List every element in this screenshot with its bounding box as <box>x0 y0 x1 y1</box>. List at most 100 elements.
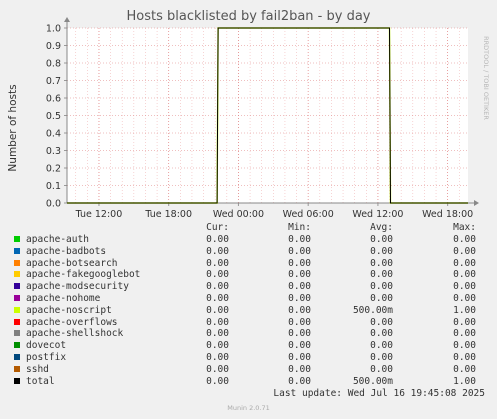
legend-series-name: apache-nohome <box>26 293 101 304</box>
legend-cur-value: 0.00 <box>206 375 229 387</box>
y-tick-label: 0.4 <box>46 129 61 140</box>
legend-row: apache-auth 0.00 0.00 0.00 0.00 <box>0 234 497 246</box>
legend-min-value: 0.00 <box>288 363 311 375</box>
legend-avg-value: 0.00 <box>370 293 393 304</box>
legend-swatch <box>14 259 20 266</box>
legend-max-value: 0.00 <box>453 340 476 352</box>
legend-series-name: dovecot <box>26 340 67 352</box>
legend-min-value: 0.00 <box>288 375 311 387</box>
legend-max-value: 0.00 <box>453 316 476 328</box>
legend-avg-value: 0.00 <box>370 316 393 328</box>
header-avg: Avg: <box>370 222 393 233</box>
legend-row: apache-botsearch 0.00 0.00 0.00 0.00 <box>0 258 497 270</box>
y-tick-label: 0.0 <box>46 199 61 210</box>
header-max: Max: <box>453 222 476 233</box>
legend-max-value: 0.00 <box>453 234 476 245</box>
last-update: Last update: Wed Jul 16 19:45:08 2025 <box>273 388 485 399</box>
y-tick-label: 0.6 <box>46 94 61 105</box>
legend-swatch <box>14 342 20 349</box>
version-label: Munin 2.0.71 <box>227 404 270 412</box>
legend-cur-value: 0.00 <box>206 304 229 316</box>
legend-swatch <box>14 318 20 325</box>
x-tick-label: Tue 18:00 <box>144 209 192 220</box>
legend-row: apache-shellshock 0.00 0.00 0.00 0.00 <box>0 328 497 340</box>
legend-cur-value: 0.00 <box>206 363 229 375</box>
legend-series-name: postfix <box>26 352 67 363</box>
x-tick-label: Wed 18:00 <box>422 209 473 220</box>
legend-min-value: 0.00 <box>288 234 311 245</box>
legend-series-name: apache-botsearch <box>26 257 118 269</box>
legend-cur-value: 0.00 <box>206 328 229 340</box>
legend-swatch <box>14 365 20 372</box>
legend-max-value: 0.00 <box>453 328 476 340</box>
legend-swatch <box>14 283 20 290</box>
legend-row: postfix 0.00 0.00 0.00 0.00 <box>0 352 497 364</box>
legend-swatch <box>14 271 20 278</box>
legend-avg-value: 0.00 <box>370 328 393 340</box>
legend-min-value: 0.00 <box>288 316 311 328</box>
legend-cur-value: 0.00 <box>206 293 229 304</box>
legend-series-name: total <box>26 375 55 387</box>
legend-max-value: 1.00 <box>453 304 476 316</box>
legend-cur-value: 0.00 <box>206 340 229 352</box>
x-tick-label: Wed 06:00 <box>283 209 334 220</box>
legend-row: dovecot 0.00 0.00 0.00 0.00 <box>0 340 497 352</box>
legend-min-value: 0.00 <box>288 257 311 269</box>
x-axis-arrow <box>474 200 479 206</box>
legend-series-name: apache-overflows <box>26 316 118 328</box>
legend-avg-value: 0.00 <box>370 352 393 363</box>
legend-row: total 0.00 0.00 500.00m 1.00 <box>0 376 497 388</box>
y-tick-label: 0.2 <box>46 164 61 175</box>
y-tick-label: 0.1 <box>46 181 61 192</box>
x-tick-label: Tue 12:00 <box>75 209 123 220</box>
header-min: Min: <box>288 222 311 233</box>
legend-swatch <box>14 306 20 313</box>
x-tick-label: Wed 12:00 <box>352 209 403 220</box>
legend-min-value: 0.00 <box>288 304 311 316</box>
legend-row: sshd 0.00 0.00 0.00 0.00 <box>0 364 497 376</box>
legend-min-value: 0.00 <box>288 328 311 340</box>
legend-swatch <box>14 295 20 301</box>
y-tick-label: 1.0 <box>46 24 61 35</box>
legend-min-value: 0.00 <box>288 245 311 257</box>
legend-swatch <box>14 377 20 384</box>
legend-cur-value: 0.00 <box>206 269 229 281</box>
legend-row: apache-badbots 0.00 0.00 0.00 0.00 <box>0 246 497 258</box>
legend-avg-value: 0.00 <box>370 269 393 281</box>
legend-min-value: 0.00 <box>288 340 311 352</box>
munin-graph: Hosts blacklisted by fail2ban - by day N… <box>0 0 497 419</box>
x-tick-label: Wed 00:00 <box>213 209 264 220</box>
legend-avg-value: 0.00 <box>370 234 393 245</box>
y-tick-label: 0.5 <box>46 111 61 122</box>
legend-series-name: apache-modsecurity <box>26 281 129 293</box>
y-axis-arrow <box>64 17 70 22</box>
legend-max-value: 0.00 <box>453 293 476 304</box>
legend-avg-value: 500.00m <box>352 304 393 316</box>
legend-min-value: 0.00 <box>288 281 311 293</box>
legend-max-value: 0.00 <box>453 269 476 281</box>
legend-series-name: apache-fakegooglebot <box>26 269 141 281</box>
y-tick-label: 0.3 <box>46 146 61 157</box>
legend-cur-value: 0.00 <box>206 281 229 293</box>
legend-min-value: 0.00 <box>288 293 311 304</box>
legend-max-value: 0.00 <box>453 352 476 363</box>
legend-series-name: sshd <box>26 363 49 375</box>
legend-cur-value: 0.00 <box>206 234 229 245</box>
legend-row: apache-overflows 0.00 0.00 0.00 0.00 <box>0 317 497 329</box>
legend-avg-value: 500.00m <box>352 375 393 387</box>
legend-max-value: 1.00 <box>453 375 476 387</box>
legend-header: Cur: Min: Avg: Max: <box>0 222 497 234</box>
legend-swatch <box>14 236 20 242</box>
legend-avg-value: 0.00 <box>370 363 393 375</box>
legend-series-name: apache-auth <box>26 234 89 245</box>
legend-row: apache-fakegooglebot 0.00 0.00 0.00 0.00 <box>0 269 497 281</box>
legend-row: apache-modsecurity 0.00 0.00 0.00 0.00 <box>0 281 497 293</box>
legend-cur-value: 0.00 <box>206 316 229 328</box>
legend-series-name: apache-noscript <box>26 304 112 316</box>
legend-min-value: 0.00 <box>288 352 311 363</box>
legend-series-name: apache-shellshock <box>26 328 124 340</box>
legend-max-value: 0.00 <box>453 281 476 293</box>
legend-series-name: apache-badbots <box>26 245 107 257</box>
y-tick-label: 0.8 <box>46 59 61 70</box>
legend-swatch <box>14 247 20 254</box>
